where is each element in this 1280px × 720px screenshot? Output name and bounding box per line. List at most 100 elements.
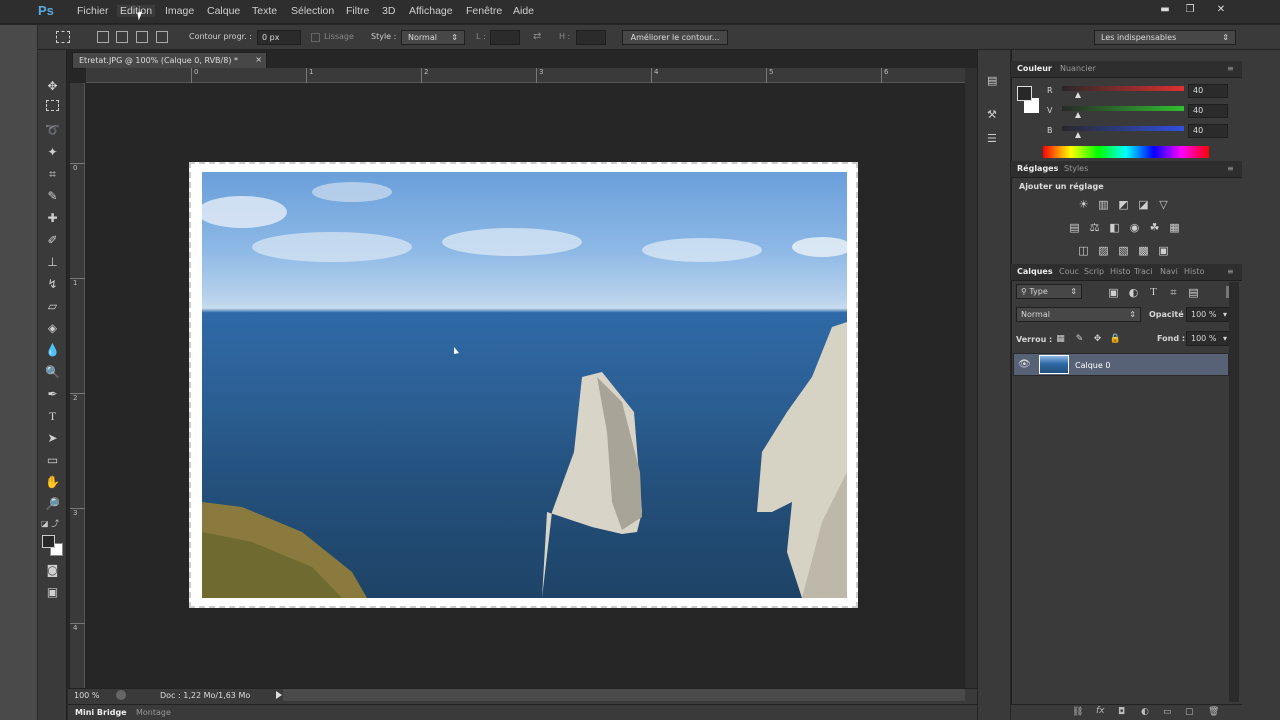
blend-mode-select[interactable]: Normal ⇕: [1016, 307, 1141, 322]
tab-couches[interactable]: Couc: [1059, 267, 1079, 276]
opacity-input[interactable]: 100 % ▾: [1186, 307, 1232, 322]
status-menu-arrow-icon[interactable]: [276, 691, 282, 699]
tab-couleur[interactable]: Couleur: [1017, 64, 1052, 73]
document-tab[interactable]: Etretat.JPG @ 100% (Calque 0, RVB/8) * ×: [72, 52, 267, 69]
menu-texte[interactable]: Texte: [252, 5, 277, 17]
tab-traces[interactable]: Traci: [1134, 267, 1153, 276]
menu-selection[interactable]: Sélection: [291, 5, 334, 17]
menu-edition[interactable]: Edition: [117, 5, 156, 17]
tab-mini-bridge[interactable]: Mini Bridge: [75, 708, 127, 717]
lock-transparency-icon[interactable]: ▦: [1054, 333, 1067, 346]
color-balance-icon[interactable]: ⚖: [1088, 221, 1101, 234]
link-layers-icon[interactable]: ⛓: [1072, 707, 1083, 717]
invert-icon[interactable]: ◫: [1077, 244, 1090, 257]
properties-icon[interactable]: ☰: [987, 132, 1001, 146]
lock-position-icon[interactable]: ✥: [1091, 333, 1104, 346]
vertical-scrollbar[interactable]: [965, 68, 977, 688]
marquee-tool-preset-icon[interactable]: [56, 31, 70, 43]
menu-calque[interactable]: Calque: [207, 5, 240, 17]
layers-scrollbar[interactable]: [1229, 282, 1239, 702]
channel-b-slider[interactable]: [1062, 126, 1184, 131]
tab-calques[interactable]: Calques: [1017, 267, 1053, 276]
filter-adjust-icon[interactable]: ◐: [1127, 286, 1140, 299]
tab-styles[interactable]: Styles: [1064, 164, 1088, 173]
eye-visibility-icon[interactable]: 👁: [1018, 359, 1031, 370]
panel-menu-icon[interactable]: ≡: [1227, 164, 1234, 173]
width-input[interactable]: [490, 30, 520, 45]
tool-presets-icon[interactable]: ⚒: [987, 108, 1001, 122]
hand-tool-icon[interactable]: ✋: [44, 474, 61, 491]
close-tab-icon[interactable]: ×: [255, 55, 262, 64]
panel-menu-icon[interactable]: ≡: [1227, 267, 1234, 276]
swap-icon[interactable]: ⇄: [533, 31, 541, 42]
exposure-icon[interactable]: ◪: [1137, 198, 1150, 211]
eraser-tool-icon[interactable]: ▱: [44, 298, 61, 315]
brush-tool-icon[interactable]: ✐: [44, 232, 61, 249]
posterize-icon[interactable]: ▨: [1097, 244, 1110, 257]
healing-brush-icon[interactable]: ✚: [44, 210, 61, 227]
tab-scripts[interactable]: Scrip: [1084, 267, 1104, 276]
lissage-checkbox[interactable]: [311, 33, 320, 42]
contour-input[interactable]: 0 px: [257, 30, 301, 45]
channel-mixer-icon[interactable]: ☘: [1148, 221, 1161, 234]
color-spectrum-bar[interactable]: [1043, 146, 1209, 158]
menu-affichage[interactable]: Affichage: [409, 5, 453, 17]
menu-3d[interactable]: 3D: [382, 5, 395, 17]
close-window-button[interactable]: ✕: [1213, 3, 1229, 16]
menu-filtre[interactable]: Filtre: [346, 5, 369, 17]
color-lookup-icon[interactable]: ▦: [1168, 221, 1181, 234]
restore-button[interactable]: ❐: [1182, 3, 1198, 16]
filter-pixel-icon[interactable]: ▣: [1107, 286, 1120, 299]
height-input[interactable]: [576, 30, 606, 45]
filter-type-icon[interactable]: T: [1147, 286, 1160, 299]
foreground-color-swatch[interactable]: [42, 535, 55, 548]
fg-color-chip[interactable]: [1017, 86, 1032, 101]
filter-shape-icon[interactable]: ⌗: [1167, 286, 1180, 299]
vibrance-icon[interactable]: ▽: [1157, 198, 1170, 211]
add-mask-icon[interactable]: ◘: [1118, 707, 1125, 717]
zoom-tool-icon[interactable]: 🔎: [44, 496, 61, 513]
selective-color-icon[interactable]: ▣: [1157, 244, 1170, 257]
blur-tool-icon[interactable]: 💧: [44, 342, 61, 359]
new-layer-icon[interactable]: ▢: [1185, 707, 1194, 717]
new-adjustment-icon[interactable]: ◐: [1141, 707, 1149, 717]
crop-tool-icon[interactable]: ⌗: [44, 166, 61, 183]
new-selection-icon[interactable]: [97, 31, 109, 43]
style-select[interactable]: Normal ⇕: [401, 30, 465, 45]
tab-histogramme[interactable]: Histo: [1184, 267, 1204, 276]
black-white-icon[interactable]: ◧: [1108, 221, 1121, 234]
channel-r-input[interactable]: 40: [1188, 84, 1228, 98]
menu-image[interactable]: Image: [165, 5, 194, 17]
trash-icon[interactable]: 🗑: [1208, 707, 1219, 717]
paint-bucket-icon[interactable]: ◈: [44, 320, 61, 337]
eyedropper-icon[interactable]: ✎: [44, 188, 61, 205]
brightness-icon[interactable]: ☀: [1077, 198, 1090, 211]
stamp-tool-icon[interactable]: ⊥: [44, 254, 61, 271]
filter-smart-icon[interactable]: ▤: [1187, 286, 1200, 299]
menu-fichier[interactable]: Fichier: [77, 5, 109, 17]
marquee-tool-icon[interactable]: [46, 100, 59, 111]
refine-edge-button[interactable]: Améliorer le contour...: [622, 30, 728, 45]
tab-historique[interactable]: Histo: [1110, 267, 1130, 276]
lock-all-icon[interactable]: 🔒: [1109, 333, 1122, 346]
tab-navigation[interactable]: Navi: [1160, 267, 1178, 276]
menu-fenetre[interactable]: Fenêtre: [466, 5, 502, 17]
new-group-icon[interactable]: ▭: [1163, 707, 1172, 717]
gradient-map-icon[interactable]: ▩: [1137, 244, 1150, 257]
horizontal-scrollbar[interactable]: [283, 689, 965, 701]
channel-v-slider[interactable]: [1062, 106, 1184, 111]
slider-handle-icon[interactable]: [1075, 132, 1081, 138]
layer-filter-select[interactable]: ⚲ Type ⇕: [1016, 284, 1082, 299]
type-tool-icon[interactable]: T: [44, 408, 61, 425]
add-selection-icon[interactable]: [116, 31, 128, 43]
quick-mask-icon[interactable]: ◙: [44, 562, 61, 579]
channel-b-input[interactable]: 40: [1188, 124, 1228, 138]
path-selection-icon[interactable]: ➤: [44, 430, 61, 447]
tab-montage[interactable]: Montage: [136, 708, 171, 717]
status-info-icon[interactable]: [116, 690, 126, 700]
tab-reglages[interactable]: Réglages: [1017, 164, 1058, 173]
panel-menu-icon[interactable]: ≡: [1227, 64, 1234, 73]
channel-v-input[interactable]: 40: [1188, 104, 1228, 118]
tab-nuancier[interactable]: Nuancier: [1060, 64, 1096, 73]
curves-icon[interactable]: ◩: [1117, 198, 1130, 211]
